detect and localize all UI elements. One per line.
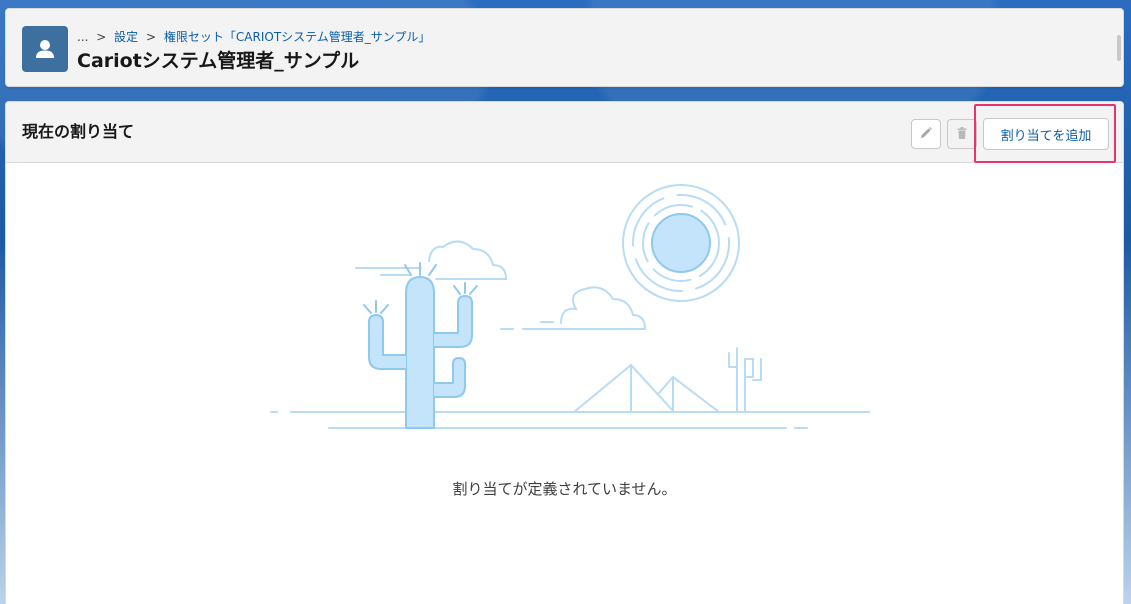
add-assignment-button[interactable]: 割り当てを追加 <box>983 118 1109 150</box>
delete-button[interactable] <box>947 119 977 149</box>
scrollbar-handle[interactable] <box>1117 35 1121 61</box>
breadcrumb-link-permission-set[interactable]: 権限セット「CARIOTシステム管理者_サンプル」 <box>164 30 431 44</box>
empty-state-message: 割り当てが定義されていません。 <box>452 480 677 498</box>
breadcrumb-ellipsis[interactable]: ... <box>77 30 88 44</box>
breadcrumb: ... > 設定 > 権限セット「CARIOTシステム管理者_サンプル」 <box>77 28 430 45</box>
trash-icon <box>955 125 969 144</box>
page-header: ... > 設定 > 権限セット「CARIOTシステム管理者_サンプル」 Car… <box>5 8 1124 87</box>
desert-illustration <box>261 175 871 439</box>
edit-button[interactable] <box>911 119 941 149</box>
breadcrumb-link-setup[interactable]: 設定 <box>114 30 138 44</box>
user-icon <box>22 26 68 72</box>
card-title: 現在の割り当て <box>22 122 135 141</box>
assignments-card: 現在の割り当て 割り当てを追加 割り当てが定義されていません。 <box>5 101 1124 604</box>
breadcrumb-separator: > <box>96 30 107 44</box>
breadcrumb-separator: > <box>146 30 157 44</box>
pencil-icon <box>919 125 933 144</box>
card-header: 現在の割り当て 割り当てを追加 <box>6 102 1123 163</box>
page-title: Cariotシステム管理者_サンプル <box>77 50 360 72</box>
